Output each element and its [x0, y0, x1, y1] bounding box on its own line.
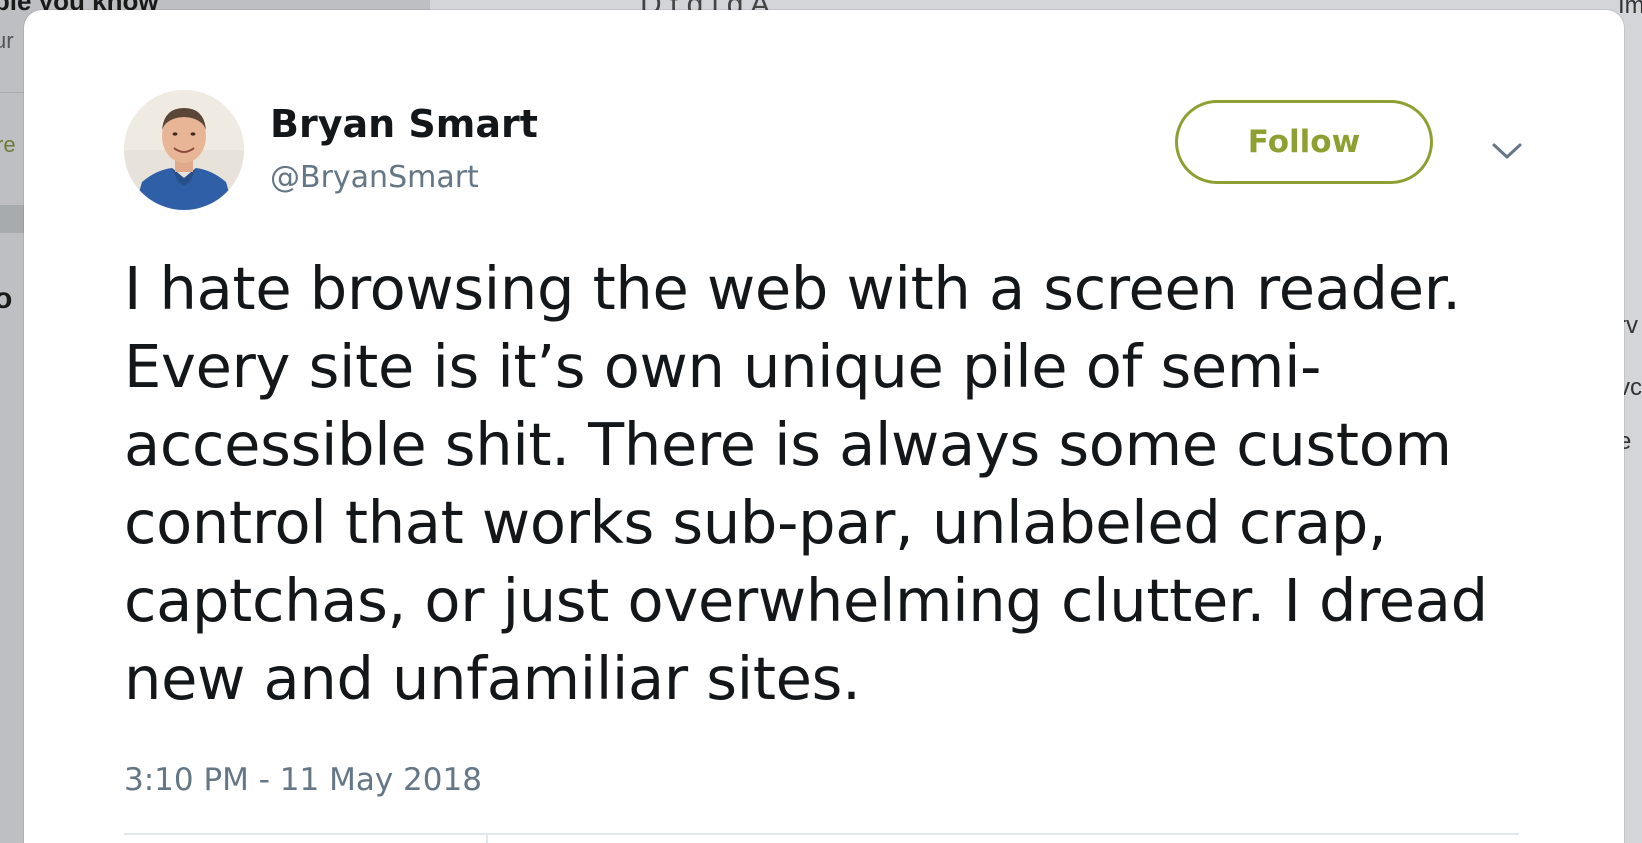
background-right-top: Im — [1618, 0, 1642, 19]
stats-divider — [486, 833, 488, 843]
tweet-modal: Bryan Smart @BryanSmart Follow I hate br… — [24, 10, 1624, 843]
avatar[interactable] — [124, 90, 244, 210]
chevron-down-icon — [1492, 143, 1522, 159]
background-subtext: ur — [0, 28, 14, 53]
author-name[interactable]: Bryan Smart — [270, 102, 538, 146]
tweet-text: I hate browsing the web with a screen re… — [124, 254, 1488, 713]
divider — [124, 833, 1519, 835]
background-link: re — [0, 132, 16, 157]
author-handle[interactable]: @BryanSmart — [270, 160, 479, 195]
tweet-timestamp[interactable]: 3:10 PM - 11 May 2018 — [124, 762, 482, 798]
follow-button[interactable]: Follow — [1175, 100, 1433, 184]
background-bold-text: o — [0, 282, 13, 315]
profile-photo — [124, 90, 244, 210]
tweet-options-button[interactable] — [1486, 130, 1528, 172]
